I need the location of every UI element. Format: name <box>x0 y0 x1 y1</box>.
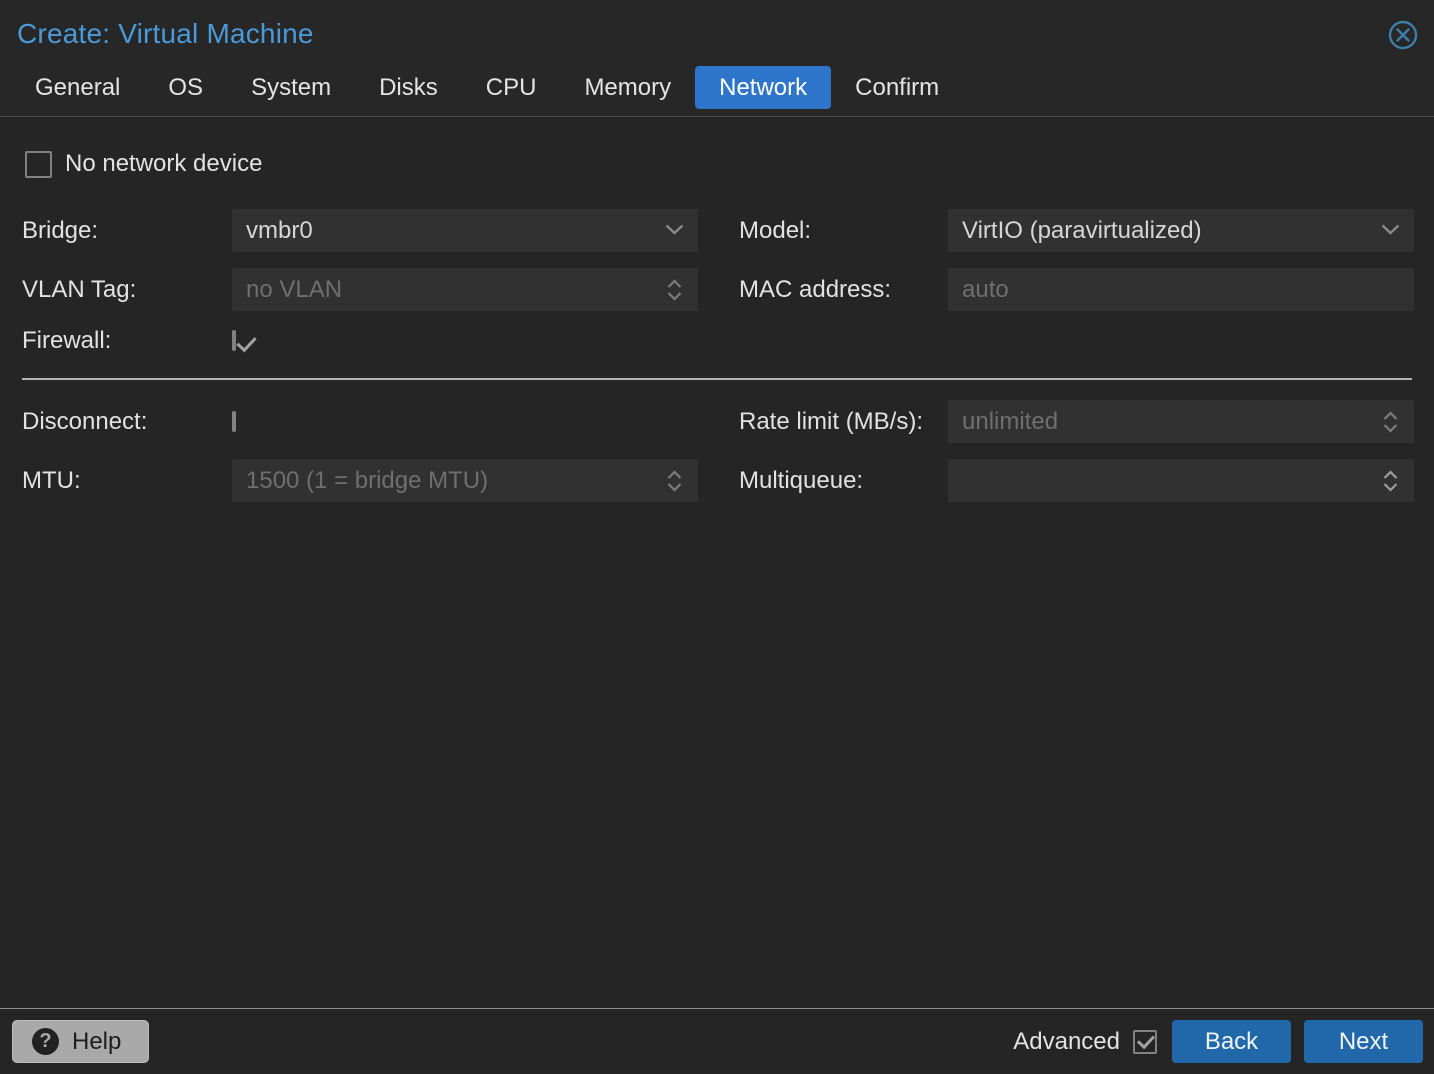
vlan-tag-label: VLAN Tag: <box>22 276 232 304</box>
spinner-icon[interactable] <box>1383 411 1398 432</box>
mtu-label: MTU: <box>22 467 232 495</box>
vlan-tag-field <box>232 268 698 311</box>
tab-cpu[interactable]: CPU <box>462 66 561 109</box>
help-button[interactable]: ? Help <box>12 1020 149 1063</box>
spinner-icon[interactable] <box>1383 470 1398 491</box>
bridge-combobox[interactable]: vmbr0 <box>232 209 698 252</box>
no-network-device-checkbox[interactable] <box>25 151 52 178</box>
no-network-device-row: No network device <box>25 150 1412 178</box>
firewall-checkbox[interactable] <box>232 330 236 351</box>
disconnect-label: Disconnect: <box>22 408 232 436</box>
rate-limit-label: Rate limit (MB/s): <box>739 408 948 436</box>
network-form-advanced: Disconnect: Rate limit (MB/s): MTU: <box>22 400 1412 502</box>
help-button-label: Help <box>72 1028 121 1056</box>
tab-system[interactable]: System <box>227 66 355 109</box>
spinner-icon[interactable] <box>667 470 682 491</box>
multiqueue-field <box>948 459 1414 502</box>
disconnect-checkbox[interactable] <box>232 411 236 432</box>
bridge-label: Bridge: <box>22 217 232 245</box>
advanced-section-divider <box>22 378 1412 380</box>
spinner-icon[interactable] <box>667 279 682 300</box>
model-combobox[interactable]: VirtIO (paravirtualized) <box>948 209 1414 252</box>
network-tab-panel: No network device Bridge: vmbr0 Model: V… <box>0 117 1434 1008</box>
dialog-footer: ? Help Advanced Back Next <box>0 1008 1434 1074</box>
close-icon[interactable] <box>1388 20 1418 50</box>
create-vm-dialog: Create: Virtual Machine General OS Syste… <box>0 0 1434 1074</box>
mac-address-field <box>948 268 1414 311</box>
tab-general[interactable]: General <box>11 66 144 109</box>
model-value: VirtIO (paravirtualized) <box>948 217 1202 245</box>
tab-disks[interactable]: Disks <box>355 66 462 109</box>
help-icon: ? <box>32 1028 59 1055</box>
chevron-down-icon[interactable] <box>1381 222 1400 240</box>
chevron-down-icon[interactable] <box>665 222 684 240</box>
advanced-checkbox[interactable] <box>1133 1030 1157 1054</box>
mac-address-label: MAC address: <box>739 276 948 304</box>
firewall-label: Firewall: <box>22 327 232 355</box>
network-form-top: Bridge: vmbr0 Model: VirtIO (paravirtual… <box>22 209 1412 355</box>
tab-bar: General OS System Disks CPU Memory Netwo… <box>0 50 1434 117</box>
multiqueue-input[interactable] <box>948 459 1414 502</box>
mtu-input[interactable] <box>232 459 698 502</box>
mac-address-input[interactable] <box>948 268 1414 311</box>
footer-actions: Advanced Back Next <box>1013 1020 1423 1063</box>
multiqueue-label: Multiqueue: <box>739 467 948 495</box>
rate-limit-input[interactable] <box>948 400 1414 443</box>
vlan-tag-input[interactable] <box>232 268 698 311</box>
tab-confirm[interactable]: Confirm <box>831 66 963 109</box>
mtu-field <box>232 459 698 502</box>
bridge-value: vmbr0 <box>232 217 313 245</box>
no-network-device-label: No network device <box>65 150 262 178</box>
tab-network[interactable]: Network <box>695 66 831 109</box>
dialog-header: Create: Virtual Machine <box>0 0 1434 50</box>
tab-memory[interactable]: Memory <box>560 66 695 109</box>
back-button[interactable]: Back <box>1172 1020 1291 1063</box>
dialog-title: Create: Virtual Machine <box>17 18 314 50</box>
next-button[interactable]: Next <box>1304 1020 1423 1063</box>
tab-os[interactable]: OS <box>144 66 227 109</box>
rate-limit-field <box>948 400 1414 443</box>
advanced-label: Advanced <box>1013 1028 1120 1056</box>
model-label: Model: <box>739 217 948 245</box>
